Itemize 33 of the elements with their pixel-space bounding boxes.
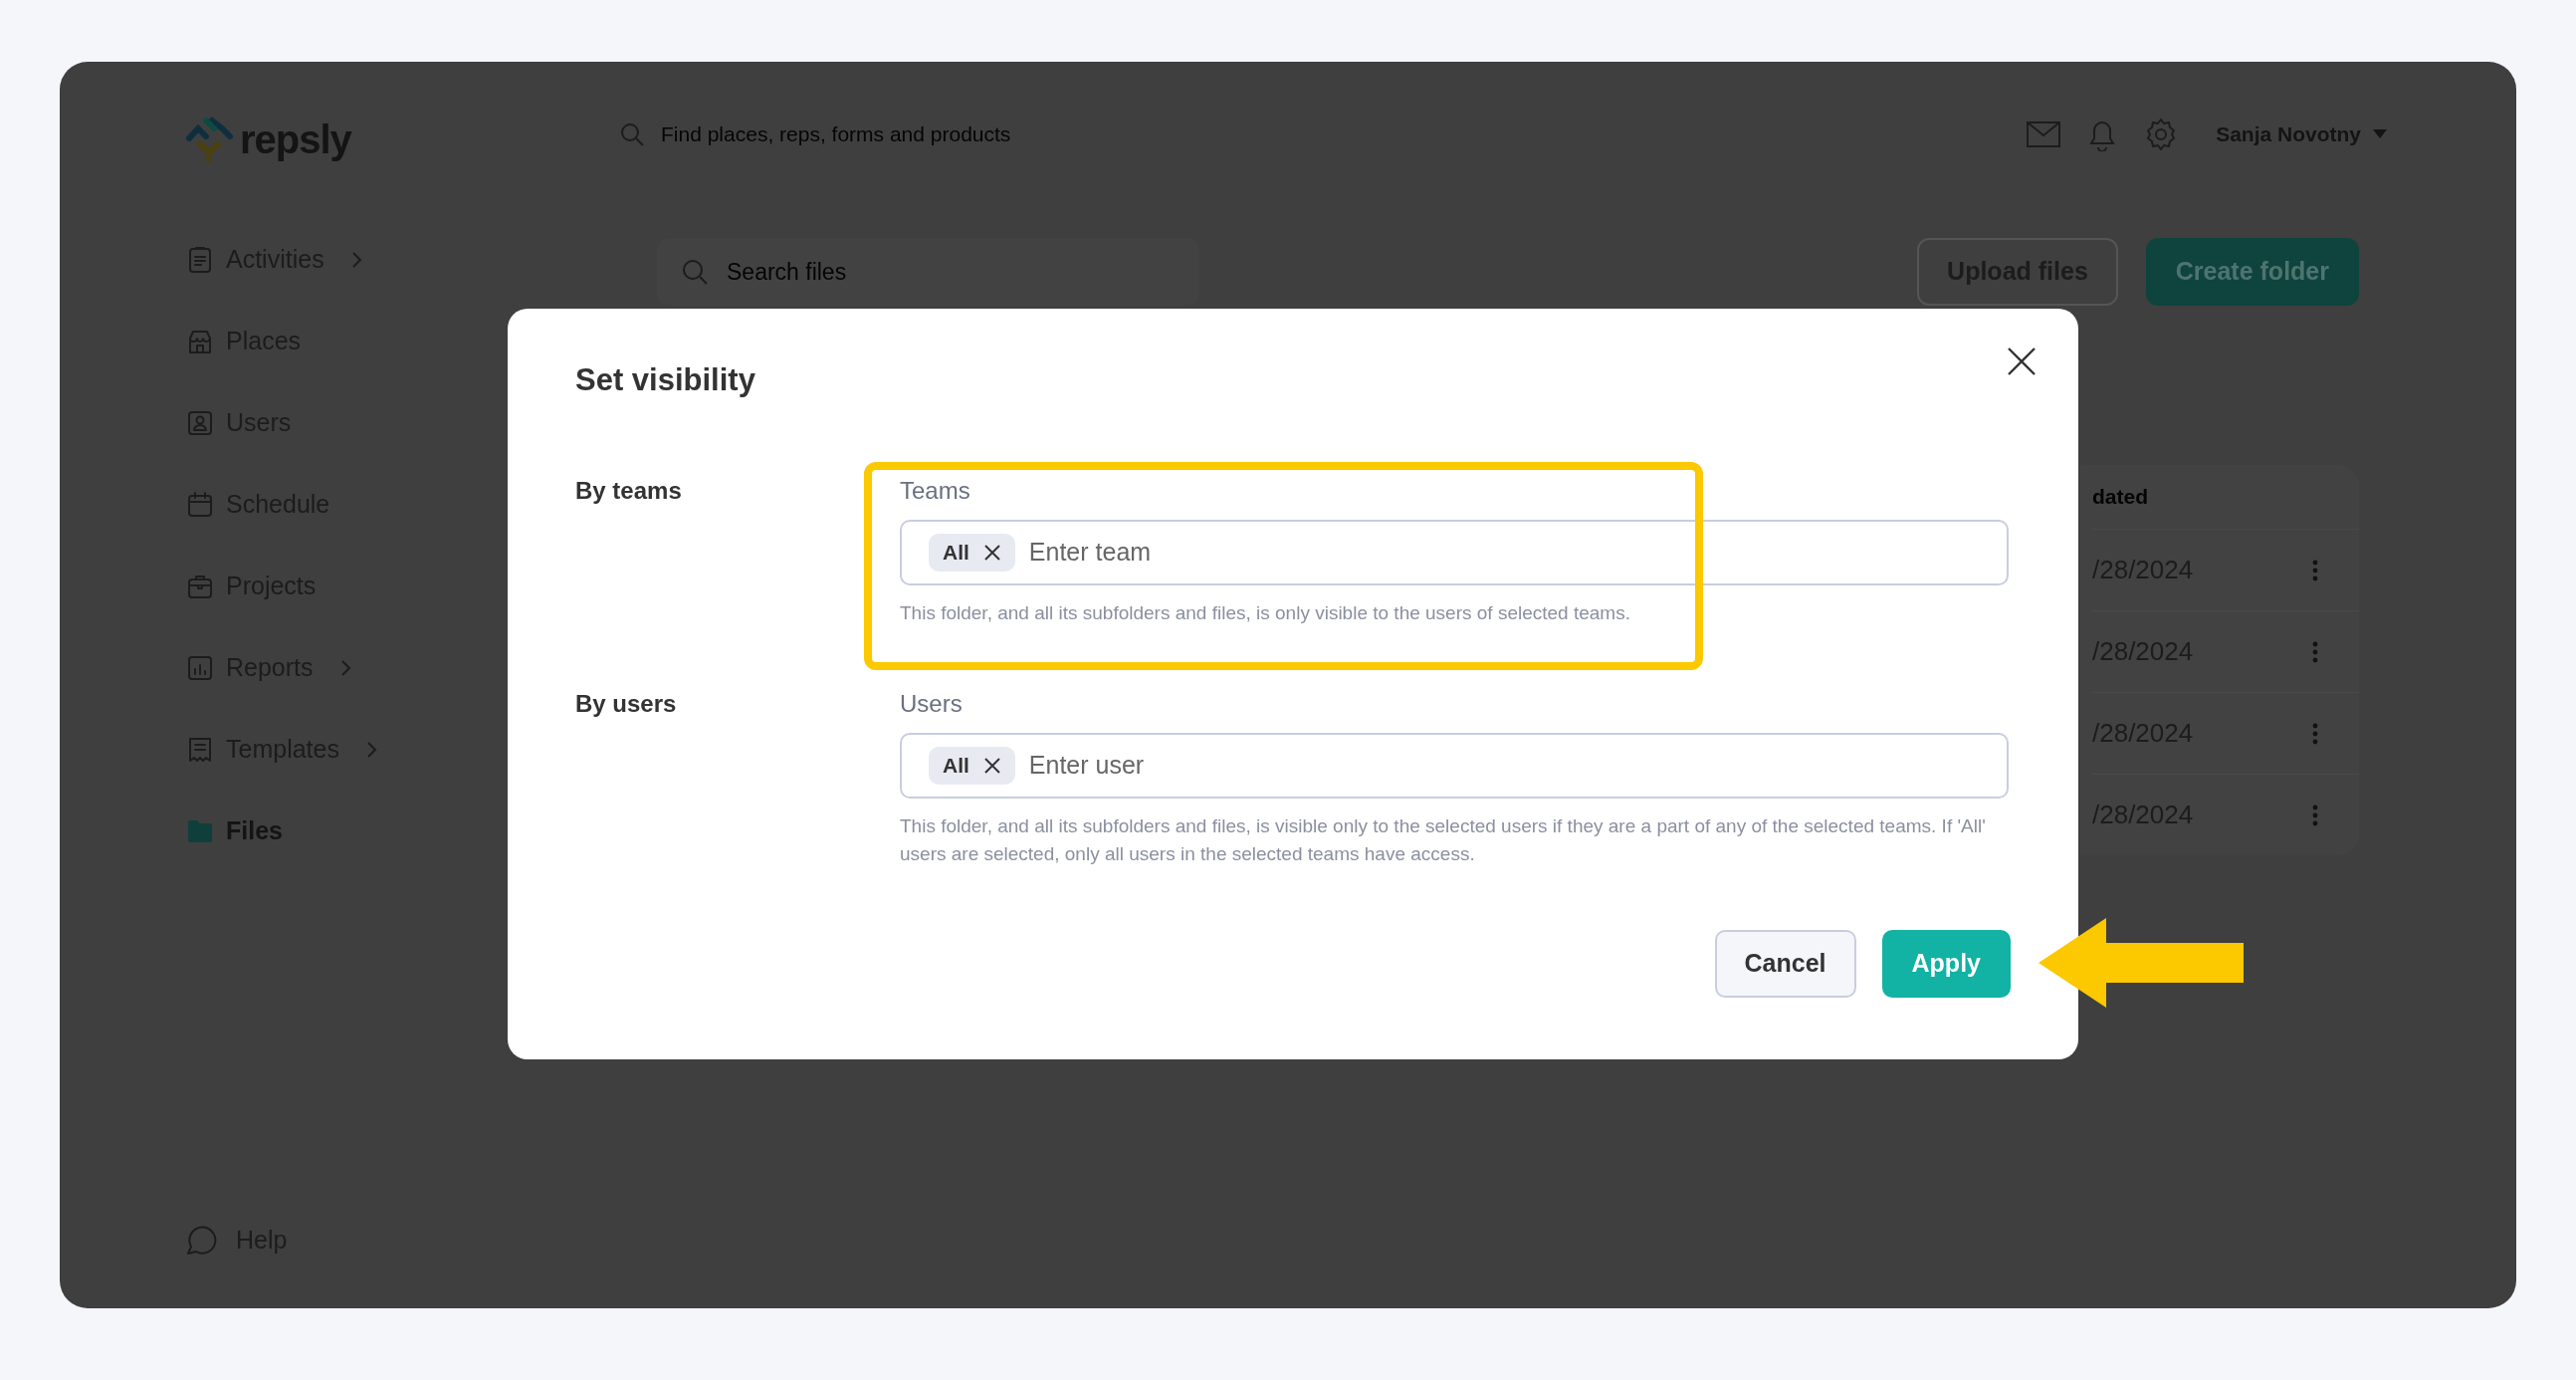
logo-icon (184, 115, 234, 164)
chip-label: All (943, 753, 969, 780)
tag-input-field[interactable]: All Enter team (900, 520, 2009, 585)
tag-input-field[interactable]: All Enter user (900, 733, 2009, 799)
help-text: This folder, and all its subfolders and files, is only visible to the users of selected teams. (900, 601, 1631, 625)
help-text: This folder, and all its subfolders and files, is visible only to the selected users if they are a part of any of the selected teams. If 'All' users are selected, only all users in the selected teams have access. (900, 814, 1987, 866)
close-icon[interactable] (2007, 346, 2037, 376)
mail-icon[interactable] (2027, 120, 2061, 147)
tag-input[interactable]: Enter user (1028, 747, 1980, 785)
more-icon[interactable] (2311, 558, 2319, 582)
search-icon (681, 258, 709, 286)
chevron-right-icon (338, 658, 353, 678)
dialog-title: Set visibility (575, 361, 756, 399)
tag-input[interactable]: Enter team (1028, 534, 1980, 572)
close-icon[interactable] (982, 544, 1001, 562)
cancel-button[interactable]: Cancel (1714, 930, 1856, 998)
chevron-right-icon (364, 740, 379, 760)
more-icon[interactable] (2311, 803, 2319, 827)
section-label: By teams (575, 476, 683, 506)
global-search-field[interactable]: Find places, reps, forms and products (619, 117, 1011, 150)
more-icon[interactable] (2311, 639, 2319, 664)
field-label: Users (900, 689, 964, 719)
caret-icon (2373, 129, 2387, 138)
chevron-right-icon (349, 250, 364, 270)
more-icon[interactable] (2311, 721, 2319, 746)
field-label: Teams (900, 476, 971, 506)
chip-label: All (943, 540, 969, 567)
section-label: By users (575, 689, 678, 719)
create-button[interactable]: Create folder (2145, 238, 2359, 306)
search-icon (619, 120, 645, 147)
column-header: dated (2092, 484, 2148, 511)
close-icon[interactable] (982, 757, 1001, 775)
apply-button[interactable]: Apply (1881, 930, 2011, 998)
